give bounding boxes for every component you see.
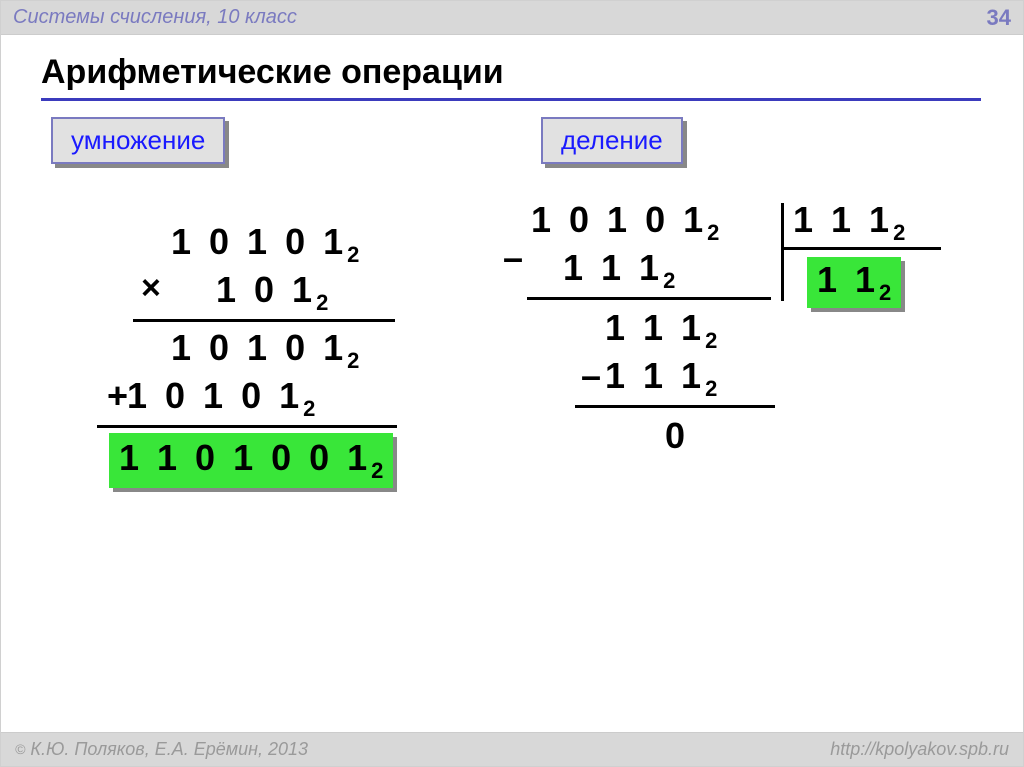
div-sub2: 1 1 12	[605, 355, 717, 402]
div-sub2-value: 1 1 1	[605, 355, 705, 396]
footer-url: http://kpolyakov.spb.ru	[830, 739, 1009, 760]
mul-operand1: 1 0 1 0 12	[171, 221, 359, 268]
div-minus-1: –	[503, 237, 523, 279]
header-title: Системы счисления, 10 класс	[13, 6, 297, 29]
mul-operand2: 1 0 12	[216, 269, 328, 316]
page-number: 34	[987, 5, 1011, 31]
div-quotient: 1 12	[807, 257, 901, 308]
copyright-icon: ©	[15, 741, 25, 757]
label-division: деление	[541, 117, 683, 164]
div-rem1-base: 2	[705, 328, 717, 353]
div-sub1-base: 2	[663, 268, 675, 293]
div-divisor-value: 1 1 1	[793, 199, 893, 240]
mul-result-value: 1 1 0 1 0 0 1	[119, 437, 371, 478]
div-vertical-line	[781, 203, 784, 301]
mul-result-base: 2	[371, 458, 383, 483]
div-dividend-value: 1 0 1 0 1	[531, 199, 707, 240]
mul-partial2-value: 1 0 1 0 1	[127, 375, 303, 416]
div-sub1: 1 1 12	[563, 247, 675, 294]
div-dividend-base: 2	[707, 220, 719, 245]
div-dividend: 1 0 1 0 12	[531, 199, 719, 246]
mul-operand2-base: 2	[316, 290, 328, 315]
mul-partial2: 1 0 1 0 12	[127, 375, 315, 422]
mul-partial1-base: 2	[347, 348, 359, 373]
label-multiplication: умножение	[51, 117, 225, 164]
footer-bar: © К.Ю. Поляков, Е.А. Ерёмин, 2013 http:/…	[1, 732, 1023, 766]
mul-line-2	[97, 425, 397, 428]
mul-operand2-value: 1 0 1	[216, 269, 316, 310]
div-sub1-value: 1 1 1	[563, 247, 663, 288]
footer-copyright-text: К.Ю. Поляков, Е.А. Ерёмин, 2013	[30, 739, 308, 759]
div-quotient-line	[781, 247, 941, 250]
mul-line-1	[133, 319, 395, 322]
mul-partial1-value: 1 0 1 0 1	[171, 327, 347, 368]
mul-partial1: 1 0 1 0 12	[171, 327, 359, 374]
mul-operator: ×	[141, 269, 161, 308]
mul-plus: +	[107, 375, 128, 417]
slide: Системы счисления, 10 класс 34 Арифметич…	[0, 0, 1024, 767]
mul-partial2-base: 2	[303, 396, 315, 421]
div-quotient-value: 1 1	[817, 259, 879, 300]
div-divisor: 1 1 12	[793, 199, 905, 246]
div-rem1-value: 1 1 1	[605, 307, 705, 348]
div-divisor-base: 2	[893, 220, 905, 245]
div-line-1	[527, 297, 771, 300]
div-line-2	[575, 405, 775, 408]
div-rem2: 0	[665, 415, 685, 457]
page-title: Арифметические операции	[41, 53, 981, 101]
div-minus-2: –	[581, 355, 601, 397]
div-sub2-base: 2	[705, 376, 717, 401]
mul-result: 1 1 0 1 0 0 12	[109, 433, 393, 488]
footer-copyright: © К.Ю. Поляков, Е.А. Ерёмин, 2013	[15, 739, 308, 760]
div-quotient-base: 2	[879, 280, 891, 305]
mul-operand1-base: 2	[347, 242, 359, 267]
content-area: умножение деление 1 0 1 0 12 × 1 0 12 1 …	[1, 111, 1023, 732]
header-bar: Системы счисления, 10 класс 34	[1, 1, 1023, 35]
div-rem1: 1 1 12	[605, 307, 717, 354]
mul-operand1-value: 1 0 1 0 1	[171, 221, 347, 262]
